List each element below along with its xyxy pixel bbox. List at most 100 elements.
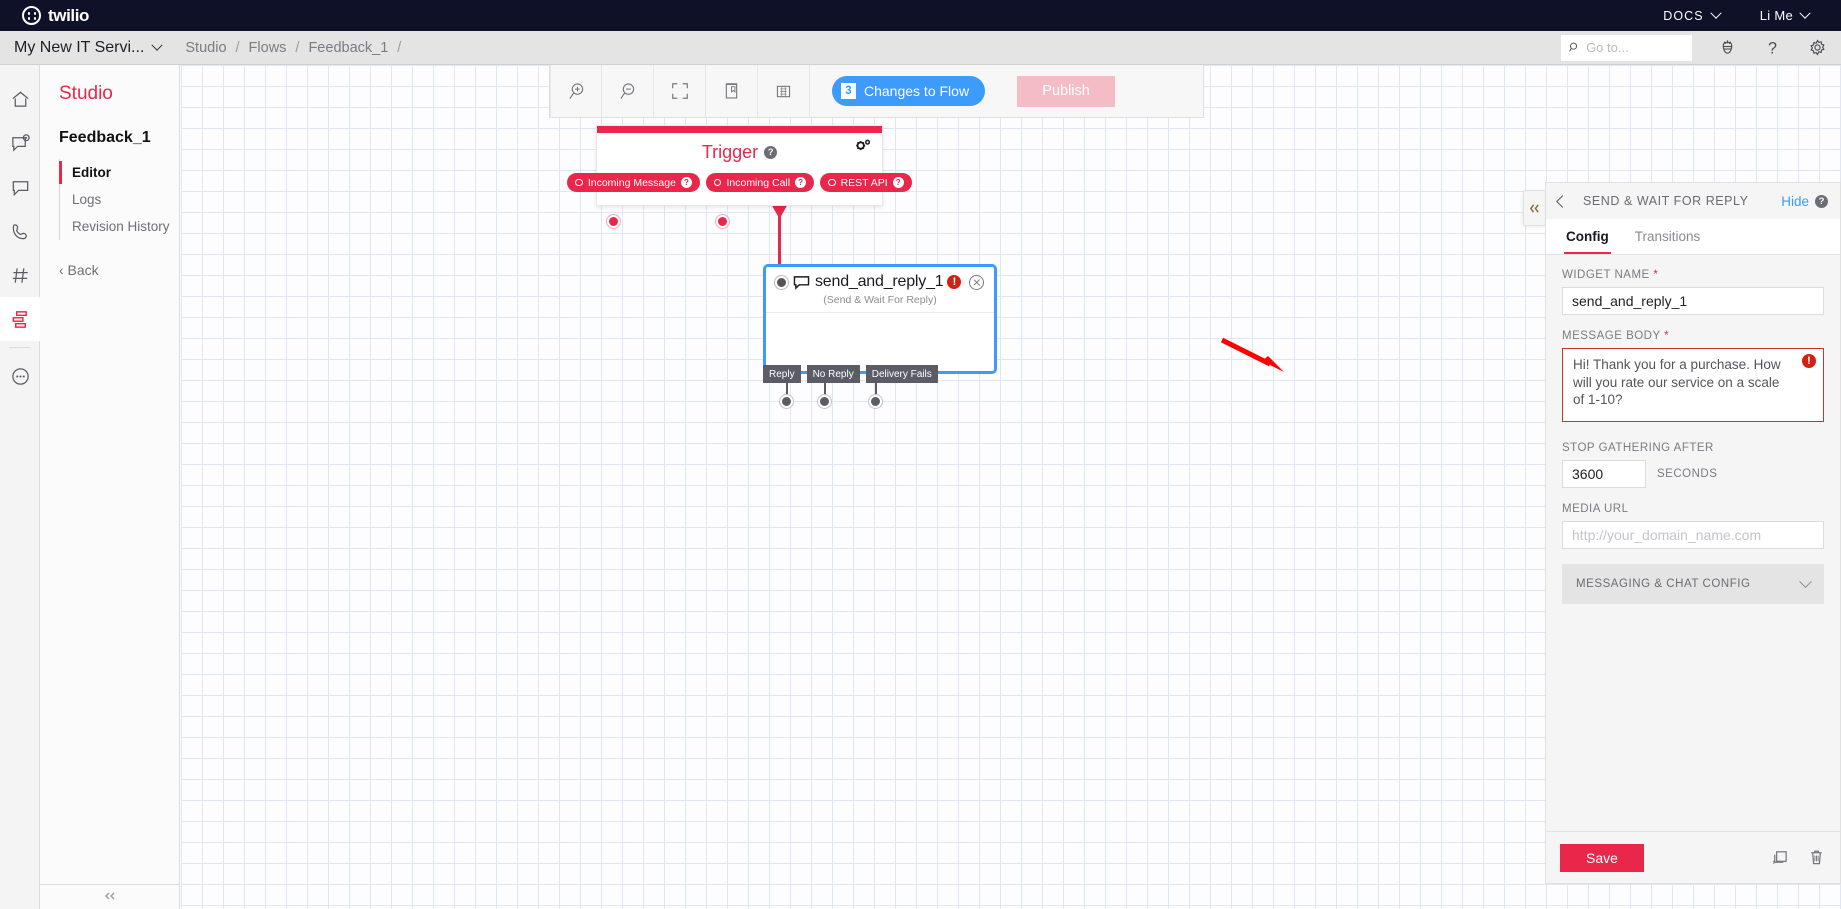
zoom-out-icon bbox=[617, 81, 638, 102]
rail-item-home[interactable] bbox=[0, 77, 40, 121]
breadcrumb-item-studio[interactable]: Studio bbox=[185, 40, 226, 56]
rail-item-more[interactable] bbox=[0, 354, 40, 398]
tab-transitions[interactable]: Transitions bbox=[1633, 219, 1703, 254]
changes-to-flow-label: Changes to Flow bbox=[864, 83, 969, 99]
global-search[interactable] bbox=[1561, 35, 1692, 61]
breadcrumb-separator: / bbox=[295, 40, 299, 56]
connector-line-rest-api-v3 bbox=[778, 215, 781, 265]
grid-button[interactable] bbox=[758, 65, 810, 118]
widget-output-no-reply[interactable]: No Reply bbox=[807, 365, 860, 383]
help-icon[interactable]: ? bbox=[1815, 195, 1828, 208]
zoom-in-button[interactable] bbox=[550, 65, 602, 118]
media-url-input[interactable] bbox=[1562, 521, 1824, 549]
user-label: Li Me bbox=[1760, 8, 1793, 23]
stop-gathering-input[interactable] bbox=[1562, 460, 1646, 488]
top-navigation-bar: twilio DOCS Li Me bbox=[0, 0, 1841, 31]
duplicate-icon[interactable] bbox=[1770, 848, 1789, 867]
help-icon[interactable]: ? bbox=[1763, 38, 1782, 58]
docs-menu[interactable]: DOCS bbox=[1663, 9, 1720, 23]
help-icon[interactable]: ? bbox=[893, 177, 904, 188]
studio-flow-icon bbox=[10, 309, 31, 330]
publish-button[interactable]: Publish bbox=[1017, 76, 1115, 107]
account-name: My New IT Servi... bbox=[14, 39, 144, 57]
docs-label: DOCS bbox=[1663, 9, 1704, 23]
programmable-messaging-icon bbox=[10, 133, 31, 154]
chevron-down-icon bbox=[1710, 7, 1721, 18]
debugger-bug-icon[interactable] bbox=[1718, 38, 1737, 57]
search-input[interactable] bbox=[1586, 40, 1684, 55]
rail-item-phone-numbers[interactable] bbox=[0, 253, 40, 297]
seconds-unit-label: SECONDS bbox=[1657, 468, 1717, 480]
help-icon[interactable]: ? bbox=[795, 177, 806, 188]
tab-config[interactable]: Config bbox=[1564, 219, 1611, 254]
sidebar-nav-list: Editor Logs Revision History bbox=[59, 159, 179, 240]
save-button[interactable]: Save bbox=[1560, 844, 1644, 872]
sidebar-item-logs[interactable]: Logs bbox=[60, 186, 179, 213]
panel-title: SEND & WAIT FOR REPLY bbox=[1583, 194, 1781, 208]
trigger-top-bar bbox=[597, 126, 882, 133]
user-menu[interactable]: Li Me bbox=[1760, 8, 1809, 23]
send-and-reply-widget[interactable]: send_and_reply_1 ! (Send & Wait For Repl… bbox=[763, 264, 997, 374]
breadcrumb-separator: / bbox=[236, 40, 240, 56]
breadcrumb-item-feedback[interactable]: Feedback_1 bbox=[308, 40, 388, 56]
widget-output-reply[interactable]: Reply bbox=[763, 365, 801, 383]
grid-icon bbox=[774, 82, 793, 101]
trigger-pill-incoming-call[interactable]: Incoming Call ? bbox=[706, 173, 814, 192]
brand-wordmark: twilio bbox=[48, 6, 89, 26]
panel-footer: Save bbox=[1546, 831, 1840, 883]
zoom-out-button[interactable] bbox=[602, 65, 654, 118]
connector-handle-icon bbox=[828, 179, 836, 187]
trigger-pill-incoming-message[interactable]: Incoming Message ? bbox=[567, 173, 700, 192]
connector-handle-icon bbox=[714, 179, 722, 187]
trigger-title: Trigger bbox=[702, 142, 758, 163]
connector-handle-icon bbox=[575, 179, 583, 187]
account-switcher[interactable]: My New IT Servi... bbox=[14, 39, 161, 57]
sidebar-back-link[interactable]: ‹ Back bbox=[40, 262, 179, 278]
widget-close-icon[interactable] bbox=[969, 275, 984, 290]
trigger-settings-gears-icon[interactable] bbox=[855, 139, 872, 159]
changes-to-flow-button[interactable]: 3 Changes to Flow bbox=[832, 76, 985, 106]
sidebar-collapse-button[interactable] bbox=[40, 884, 180, 901]
chevron-double-left-icon bbox=[1528, 203, 1541, 214]
delete-trash-icon[interactable] bbox=[1807, 848, 1826, 867]
sidebar-item-editor[interactable]: Editor bbox=[60, 159, 179, 186]
widget-error-badge: ! bbox=[947, 275, 961, 289]
breadcrumb-separator: / bbox=[397, 40, 401, 56]
zoom-in-icon bbox=[566, 81, 587, 102]
panel-hide-link[interactable]: Hide bbox=[1781, 194, 1809, 209]
trigger-pill-rest-api[interactable]: REST API ? bbox=[820, 173, 912, 192]
sidebar-item-revision-history[interactable]: Revision History bbox=[60, 213, 179, 240]
output-dot-delivery-fails bbox=[869, 395, 882, 408]
message-body-textarea[interactable]: Hi! Thank you for a purchase. How will y… bbox=[1562, 348, 1824, 422]
widget-output-delivery-fails[interactable]: Delivery Fails bbox=[866, 365, 938, 383]
rail-divider bbox=[9, 347, 30, 348]
help-icon[interactable]: ? bbox=[764, 146, 777, 159]
library-button[interactable] bbox=[706, 65, 758, 118]
twilio-logo[interactable]: twilio bbox=[22, 6, 89, 26]
fit-to-screen-button[interactable] bbox=[654, 65, 706, 118]
media-url-field-label: MEDIA URL bbox=[1562, 503, 1824, 515]
rail-item-voice[interactable] bbox=[0, 209, 40, 253]
widget-name-input[interactable] bbox=[1562, 287, 1824, 315]
rail-item-studio[interactable] bbox=[0, 297, 40, 341]
breadcrumb-item-flows[interactable]: Flows bbox=[249, 40, 287, 56]
panel-back-icon[interactable] bbox=[1556, 195, 1569, 208]
field-stop-gathering-after: STOP GATHERING AFTER SECONDS bbox=[1562, 442, 1824, 488]
search-icon bbox=[1569, 41, 1580, 54]
twilio-studio-screen: twilio DOCS Li Me My New IT Servi... Stu… bbox=[0, 0, 1841, 909]
panel-collapse-button[interactable] bbox=[1523, 190, 1545, 226]
widget-input-handle-icon bbox=[775, 276, 788, 289]
chevron-down-icon bbox=[1799, 7, 1810, 18]
more-ellipsis-icon bbox=[10, 366, 31, 387]
rail-item-messaging[interactable] bbox=[0, 121, 40, 165]
trigger-widget[interactable]: Trigger ? Incoming Message ? Incoming Ca… bbox=[596, 125, 883, 206]
field-widget-name: WIDGET NAME * bbox=[1562, 269, 1824, 315]
settings-gear-icon[interactable] bbox=[1808, 38, 1827, 57]
panel-header: SEND & WAIT FOR REPLY Hide ? bbox=[1546, 183, 1840, 219]
help-icon[interactable]: ? bbox=[681, 177, 692, 188]
library-icon bbox=[722, 81, 741, 101]
message-body-error-badge: ! bbox=[1802, 354, 1816, 368]
rail-item-chat[interactable] bbox=[0, 165, 40, 209]
output-dot-reply bbox=[780, 395, 793, 408]
messaging-chat-config-section[interactable]: MESSAGING & CHAT CONFIG bbox=[1562, 564, 1824, 604]
